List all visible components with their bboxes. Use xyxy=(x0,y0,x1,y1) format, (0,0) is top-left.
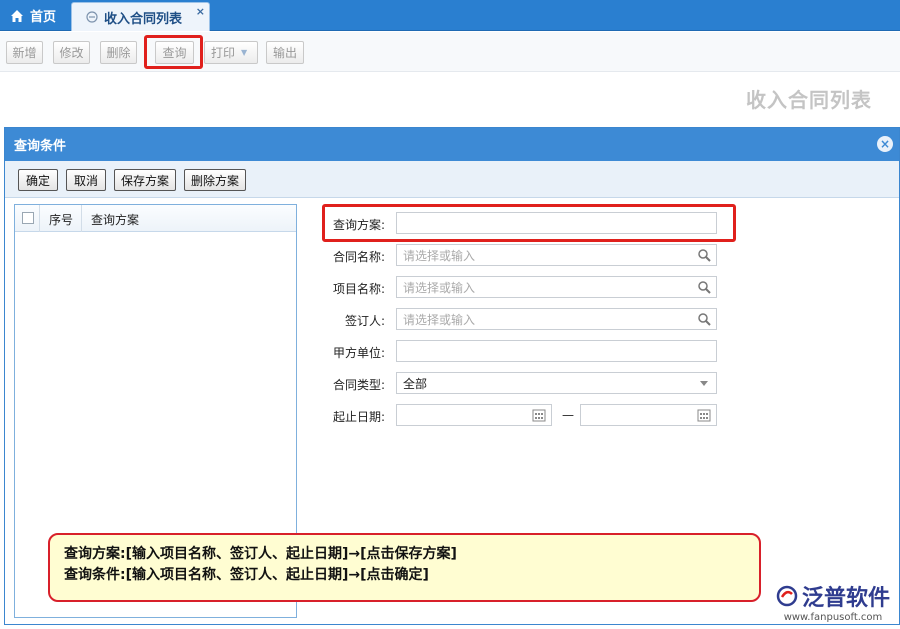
print-button-label: 打印 xyxy=(211,46,236,60)
export-button[interactable]: 输出 xyxy=(266,41,304,64)
add-button[interactable]: 新增 xyxy=(6,41,43,64)
calendar-icon[interactable] xyxy=(532,408,546,422)
logo-url: www.fanpusoft.com xyxy=(783,612,883,623)
main-toolbar: 新增 修改 删除 查询 打印 ▼ 输出 xyxy=(0,32,900,72)
callout-line-2: 查询条件:[输入项目名称、签订人、起止日期]→[点击确定] xyxy=(64,567,429,583)
search-icon[interactable] xyxy=(697,248,711,262)
tab-home[interactable]: 首页 xyxy=(0,0,70,31)
confirm-button[interactable]: 确定 xyxy=(18,169,58,191)
chevron-down-icon: ▼ xyxy=(241,48,248,57)
edit-button[interactable]: 修改 xyxy=(53,41,90,64)
date-range-separator: — xyxy=(562,408,574,422)
tab-income-contract-list[interactable]: 收入合同列表 × xyxy=(71,2,210,31)
search-icon[interactable] xyxy=(697,280,711,294)
page-title: 收入合同列表 xyxy=(746,88,872,112)
column-header-index: 序号 xyxy=(49,213,74,227)
search-icon[interactable] xyxy=(697,312,711,326)
calendar-icon[interactable] xyxy=(697,408,711,422)
logo-name: 泛普软件 xyxy=(801,586,890,611)
column-header-scheme: 查询方案 xyxy=(91,213,140,227)
date-range-label: 起止日期: xyxy=(332,410,385,424)
party-a-input[interactable] xyxy=(396,340,717,362)
tab-home-label: 首页 xyxy=(30,10,57,25)
tab-bar: 首页 收入合同列表 × xyxy=(0,0,900,31)
instruction-callout: 查询方案:[输入项目名称、签订人、起止日期]→[点击保存方案] 查询条件:[输入… xyxy=(48,533,761,602)
end-date-input[interactable] xyxy=(580,404,717,426)
query-highlight-box xyxy=(144,35,203,69)
signer-placeholder: 请选择或输入 xyxy=(403,312,476,327)
delete-scheme-button[interactable]: 删除方案 xyxy=(184,169,246,191)
page-icon xyxy=(86,11,98,23)
cancel-button[interactable]: 取消 xyxy=(66,169,106,191)
party-a-label: 甲方单位: xyxy=(332,346,385,360)
delete-button[interactable]: 删除 xyxy=(100,41,137,64)
column-divider xyxy=(39,205,40,232)
scheme-list-header: 序号 查询方案 xyxy=(15,205,296,232)
project-name-placeholder: 请选择或输入 xyxy=(403,280,476,295)
scheme-highlight-box xyxy=(322,204,736,242)
signer-input[interactable]: 请选择或输入 xyxy=(396,308,717,330)
save-scheme-button[interactable]: 保存方案 xyxy=(114,169,176,191)
chevron-down-icon[interactable] xyxy=(697,376,711,390)
dialog-toolbar: 确定 取消 保存方案 删除方案 xyxy=(5,161,899,198)
dialog-close-icon[interactable]: × xyxy=(877,136,893,152)
select-all-checkbox[interactable] xyxy=(22,212,34,224)
brand-logo: 泛普软件 www.fanpusoft.com xyxy=(776,580,890,623)
home-icon xyxy=(11,9,23,22)
logo-wordmark: 泛普软件 xyxy=(776,580,890,612)
project-name-label: 项目名称: xyxy=(332,282,385,296)
tab-close-icon[interactable]: × xyxy=(196,5,205,18)
dialog-header: 查询条件 × xyxy=(5,128,899,161)
logo-icon xyxy=(776,585,798,607)
contract-type-label: 合同类型: xyxy=(332,378,385,392)
column-divider xyxy=(81,205,82,232)
contract-name-label: 合同名称: xyxy=(332,250,385,264)
contract-type-value: 全部 xyxy=(403,376,428,391)
start-date-input[interactable] xyxy=(396,404,552,426)
contract-name-placeholder: 请选择或输入 xyxy=(403,248,476,263)
project-name-input[interactable]: 请选择或输入 xyxy=(396,276,717,298)
contract-type-select[interactable]: 全部 xyxy=(396,372,717,394)
tab-active-label: 收入合同列表 xyxy=(104,11,183,27)
dialog-title: 查询条件 xyxy=(14,139,67,154)
callout-line-1: 查询方案:[输入项目名称、签订人、起止日期]→[点击保存方案] xyxy=(64,546,457,562)
contract-name-input[interactable]: 请选择或输入 xyxy=(396,244,717,266)
print-button[interactable]: 打印 ▼ xyxy=(204,41,258,64)
signer-label: 签订人: xyxy=(344,314,385,328)
